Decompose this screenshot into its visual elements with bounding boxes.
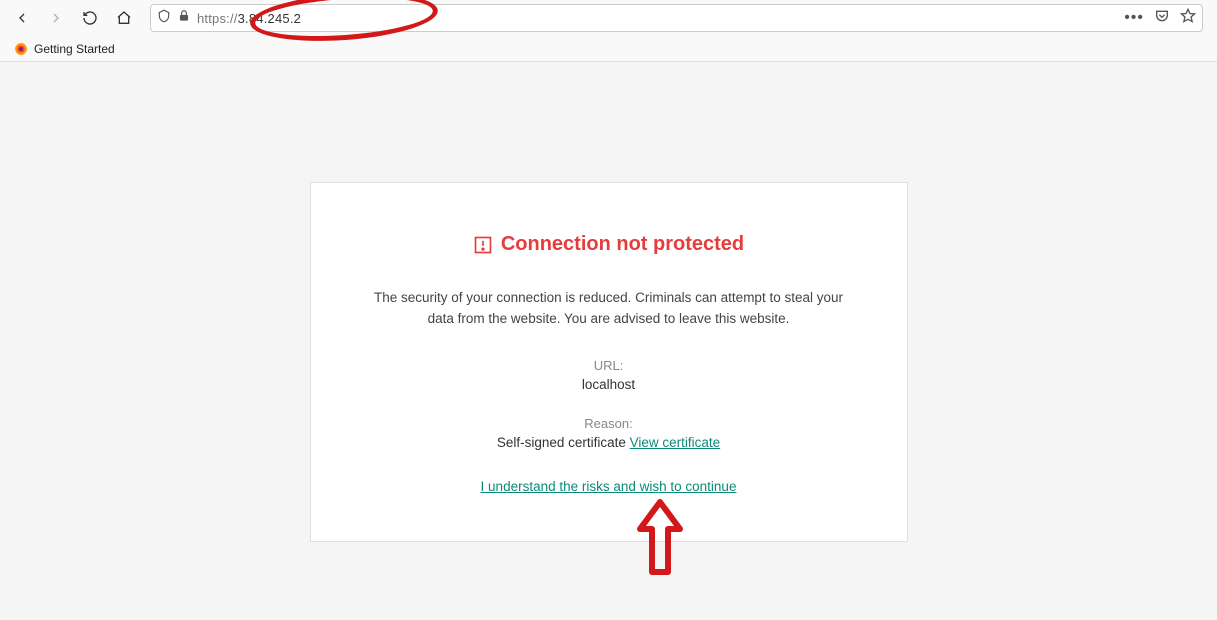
url-actions: ••• [1124, 8, 1196, 29]
bookmark-star-icon[interactable] [1180, 8, 1196, 29]
home-button[interactable] [110, 4, 138, 32]
forward-button[interactable] [42, 4, 70, 32]
url-text: https://3.84.245.2 [197, 11, 301, 26]
warning-title: Connection not protected [473, 233, 744, 256]
url-protocol: https:// [197, 11, 238, 26]
reason-label: Reason: [366, 416, 852, 431]
content-area: Connection not protected The security of… [0, 62, 1217, 620]
reason-value: Self-signed certificate [497, 435, 630, 450]
view-certificate-link[interactable]: View certificate [630, 435, 721, 450]
warning-body-text: The security of your connection is reduc… [366, 288, 852, 330]
bookmark-getting-started[interactable]: Getting Started [8, 40, 121, 58]
back-button[interactable] [8, 4, 36, 32]
browser-toolbar: https://3.84.245.2 ••• [0, 0, 1217, 36]
url-host: 3.84.245.2 [238, 11, 301, 26]
url-value: localhost [366, 377, 852, 392]
continue-link[interactable]: I understand the risks and wish to conti… [481, 479, 737, 494]
url-label: URL: [366, 358, 852, 373]
reload-button[interactable] [76, 4, 104, 32]
warning-title-text: Connection not protected [501, 233, 744, 256]
page-actions-icon[interactable]: ••• [1124, 9, 1144, 27]
lock-icon [177, 9, 191, 28]
shield-icon [157, 9, 171, 28]
pocket-icon[interactable] [1154, 8, 1170, 29]
url-bar[interactable]: https://3.84.245.2 ••• [150, 4, 1203, 32]
bookmark-label: Getting Started [34, 42, 115, 56]
alert-icon [473, 235, 493, 255]
bookmarks-bar: Getting Started [0, 36, 1217, 62]
security-warning-card: Connection not protected The security of… [310, 182, 908, 542]
reason-line: Self-signed certificate View certificate [366, 435, 852, 450]
firefox-icon [14, 42, 28, 56]
